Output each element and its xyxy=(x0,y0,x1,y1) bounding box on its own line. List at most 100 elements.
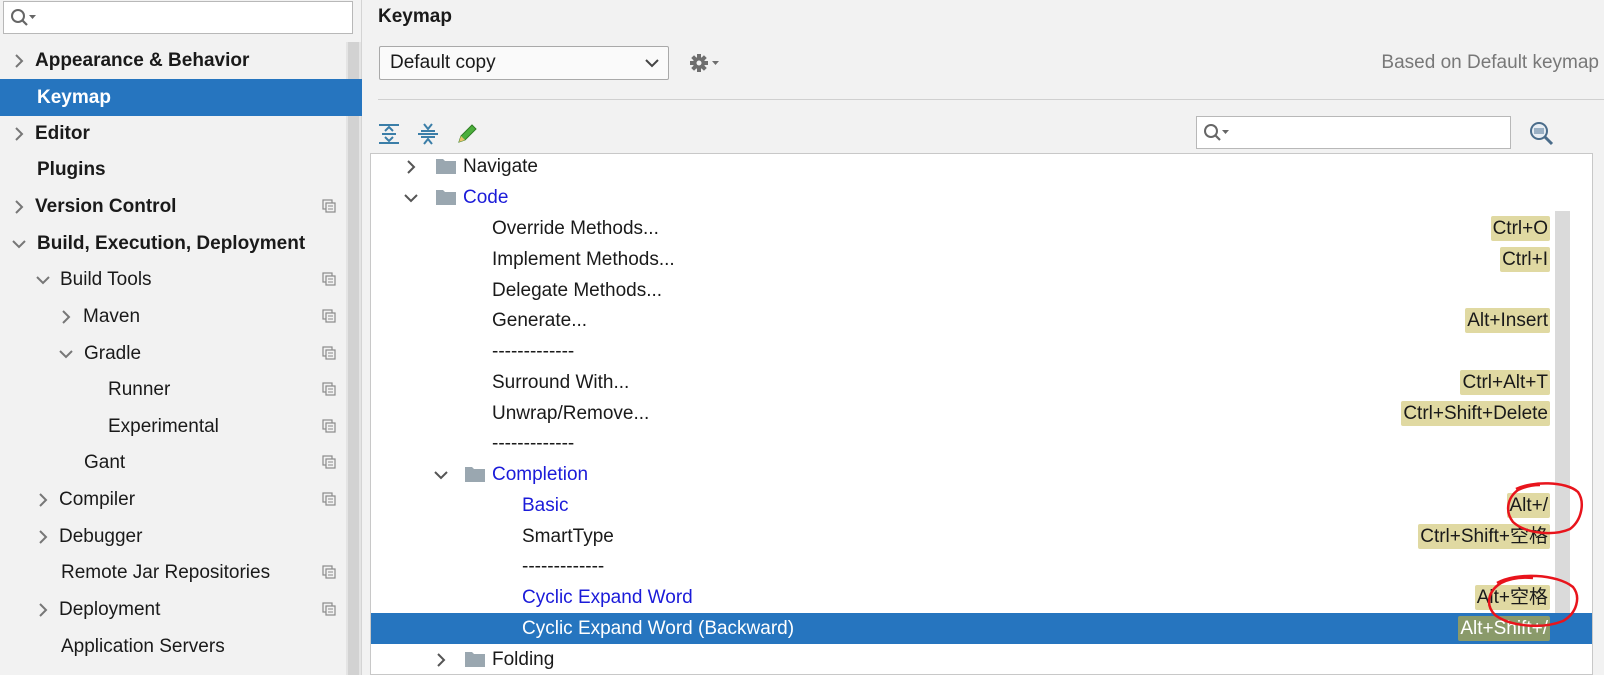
nav-item-label: Plugins xyxy=(37,159,106,180)
search-icon xyxy=(9,7,39,35)
nav-item-experimental[interactable]: Experimental xyxy=(0,408,362,445)
nav-item-label: Experimental xyxy=(108,416,219,437)
chevron-right-icon[interactable] xyxy=(36,493,50,507)
tree-row-smarttype[interactable]: SmartType Ctrl+Shift+空格 xyxy=(371,521,1592,552)
chevron-down-icon[interactable] xyxy=(433,467,449,483)
find-by-shortcut-icon[interactable] xyxy=(1527,120,1555,148)
folder-icon xyxy=(465,467,485,482)
chevron-right-icon[interactable] xyxy=(36,603,50,617)
nav-item-label: Compiler xyxy=(59,489,136,510)
shortcut-badge: Ctrl+Shift+空格 xyxy=(1418,524,1550,549)
nav-item-label: Build Tools xyxy=(60,269,152,290)
tree-row-completion[interactable]: Completion xyxy=(371,459,1592,490)
tree-row-label: Cyclic Expand Word (Backward) xyxy=(522,618,795,639)
search-icon xyxy=(1202,122,1232,150)
nav-item-application-servers[interactable]: Application Servers xyxy=(0,628,362,665)
action-search-input[interactable] xyxy=(1196,116,1511,149)
chevron-right-icon[interactable] xyxy=(403,159,419,175)
tree-row-label: ------------- xyxy=(522,556,605,577)
nav-item-label: Debugger xyxy=(59,526,143,547)
nav-item-maven[interactable]: Maven xyxy=(0,298,362,335)
edit-pencil-icon[interactable] xyxy=(455,122,479,146)
nav-item-label: Gradle xyxy=(84,343,142,364)
tree-row-label: Code xyxy=(463,187,509,208)
chevron-right-icon[interactable] xyxy=(12,200,26,214)
gear-icon[interactable] xyxy=(689,53,721,73)
tree-row-delegate-methods[interactable]: Delegate Methods... xyxy=(371,275,1592,306)
nav-item-appearance-behavior[interactable]: Appearance & Behavior xyxy=(0,42,362,79)
project-level-icon xyxy=(322,309,336,323)
tree-row-label: Basic xyxy=(522,495,569,516)
tree-row-label: Folding xyxy=(492,649,555,670)
nav-item-label: Editor xyxy=(35,123,90,144)
nav-item-build-tools[interactable]: Build Tools xyxy=(0,261,362,298)
chevron-down-icon[interactable] xyxy=(36,273,50,287)
project-level-icon xyxy=(322,455,336,469)
chevron-right-icon[interactable] xyxy=(36,530,50,544)
nav-item-debugger[interactable]: Debugger xyxy=(0,518,362,555)
nav-item-keymap[interactable]: Keymap xyxy=(0,79,362,116)
nav-item-label: Deployment xyxy=(59,599,161,620)
project-level-icon xyxy=(322,199,336,213)
shortcut-badge: Alt+/ xyxy=(1507,493,1550,518)
nav-item-version-control[interactable]: Version Control xyxy=(0,188,362,225)
folder-icon xyxy=(436,159,456,174)
keymap-scheme-dropdown[interactable]: Default copy xyxy=(379,46,669,80)
tree-row-separator: ------------- xyxy=(371,336,1592,367)
nav-item-remote-jar-repositories[interactable]: Remote Jar Repositories xyxy=(0,554,362,591)
chevron-down-icon[interactable] xyxy=(403,190,419,206)
folder-icon xyxy=(465,652,485,667)
collapse-all-icon[interactable] xyxy=(416,122,440,146)
page-title: Keymap xyxy=(378,6,452,27)
tree-row-unwrap-remove[interactable]: Unwrap/Remove... Ctrl+Shift+Delete xyxy=(371,398,1592,429)
shortcut-badge: Ctrl+Shift+Delete xyxy=(1401,401,1550,426)
nav-item-label: Remote Jar Repositories xyxy=(61,562,271,583)
tree-row-override-methods[interactable]: Override Methods... Ctrl+O xyxy=(371,213,1592,244)
expand-all-icon[interactable] xyxy=(377,122,401,146)
tree-row-cyclic-expand-word[interactable]: Cyclic Expand Word Alt+空格 xyxy=(371,582,1592,613)
tree-row-folding[interactable]: Folding xyxy=(371,644,1592,674)
divider xyxy=(378,99,1604,100)
chevron-right-icon[interactable] xyxy=(433,652,449,668)
tree-row-cyclic-expand-word-backward[interactable]: Cyclic Expand Word (Backward) Alt+Shift+… xyxy=(371,613,1592,644)
nav-item-runner[interactable]: Runner xyxy=(0,371,362,408)
project-level-icon xyxy=(322,272,336,286)
tree-row-label: SmartType xyxy=(522,526,614,547)
nav-item-plugins[interactable]: Plugins xyxy=(0,151,362,188)
project-level-icon xyxy=(322,346,336,360)
based-on-label: Based on Default keymap xyxy=(1381,52,1599,73)
chevron-right-icon[interactable] xyxy=(12,127,26,141)
tree-row-label: ------------- xyxy=(492,433,575,454)
nav-item-label: Maven xyxy=(83,306,141,327)
chevron-down-icon[interactable] xyxy=(59,347,73,361)
nav-item-gradle[interactable]: Gradle xyxy=(0,335,362,372)
tree-row-label: Surround With... xyxy=(492,372,630,393)
tree-row-separator: ------------- xyxy=(371,428,1592,459)
settings-search-input[interactable] xyxy=(3,1,353,34)
keymap-scheme-value: Default copy xyxy=(390,52,496,73)
tree-row-surround-with[interactable]: Surround With... Ctrl+Alt+T xyxy=(371,367,1592,398)
chevron-down-icon[interactable] xyxy=(12,237,26,251)
settings-navigation-panel: Appearance & Behavior Keymap Editor Plug… xyxy=(0,0,362,675)
nav-item-editor[interactable]: Editor xyxy=(0,115,362,152)
nav-item-deployment[interactable]: Deployment xyxy=(0,591,362,628)
nav-item-gant[interactable]: Gant xyxy=(0,444,362,481)
chevron-right-icon[interactable] xyxy=(59,310,73,324)
tree-row-code[interactable]: Code xyxy=(371,182,1592,213)
nav-item-label: Build, Execution, Deployment xyxy=(37,233,306,254)
nav-item-build-execution-deployment[interactable]: Build, Execution, Deployment xyxy=(0,225,362,262)
nav-item-compiler[interactable]: Compiler xyxy=(0,481,362,518)
keymap-actions-tree: Navigate Code Override Methods... Ctrl+O… xyxy=(370,153,1593,675)
shortcut-badge: Ctrl+I xyxy=(1500,247,1550,272)
tree-row-basic[interactable]: Basic Alt+/ xyxy=(371,490,1592,521)
tree-row-generate[interactable]: Generate... Alt+Insert xyxy=(371,305,1592,336)
tree-row-label: Generate... xyxy=(492,310,588,331)
tree-row-label: Completion xyxy=(492,464,589,485)
tree-row-navigate[interactable]: Navigate xyxy=(371,154,1592,182)
tree-row-label: Unwrap/Remove... xyxy=(492,403,650,424)
tree-row-label: ------------- xyxy=(492,341,575,362)
chevron-right-icon[interactable] xyxy=(12,54,26,68)
nav-item-label: Keymap xyxy=(37,87,111,108)
tree-row-implement-methods[interactable]: Implement Methods... Ctrl+I xyxy=(371,244,1592,275)
tree-row-label: Implement Methods... xyxy=(492,249,675,270)
